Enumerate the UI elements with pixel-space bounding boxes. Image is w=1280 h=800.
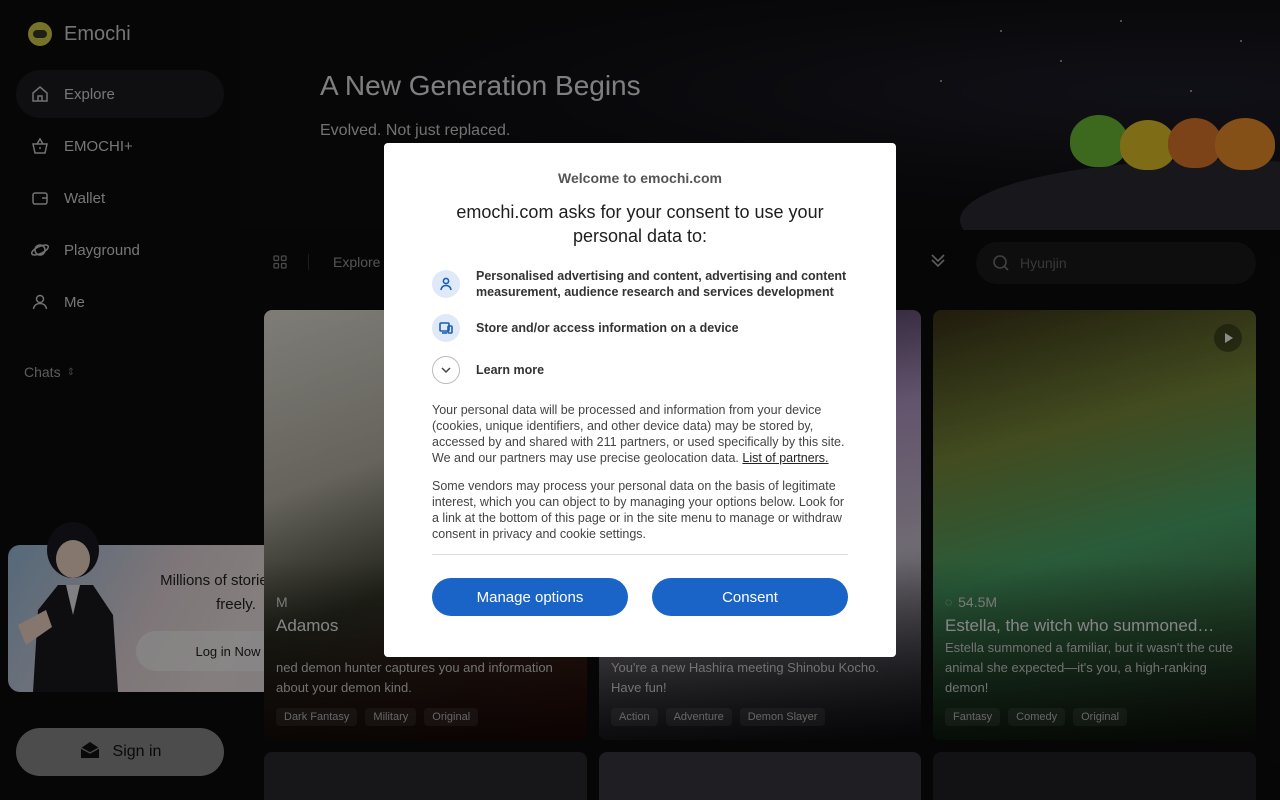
consent-buttons: Manage options Consent (432, 578, 848, 616)
consent-site-title: Welcome to emochi.com (558, 170, 722, 186)
consent-purpose: Personalised advertising and content, ad… (432, 268, 848, 300)
divider (432, 554, 848, 555)
consent-purpose-text: Personalised advertising and content, ad… (476, 269, 847, 299)
manage-options-button[interactable]: Manage options (432, 578, 628, 616)
person-icon (432, 270, 460, 298)
consent-body: Your personal data will be processed and… (432, 403, 845, 465)
consent-purpose-text: Store and/or access information on a dev… (476, 321, 739, 335)
consent-purpose: Store and/or access information on a dev… (432, 314, 848, 342)
consent-dialog: Welcome to emochi.com emochi.com asks fo… (384, 143, 896, 657)
consent-button[interactable]: Consent (652, 578, 848, 616)
list-of-partners-link[interactable]: List of partners. (742, 451, 828, 465)
learn-more-toggle[interactable]: Learn more (432, 356, 848, 384)
learn-more-label: Learn more (476, 363, 545, 377)
consent-heading: emochi.com asks for your consent to use … (456, 202, 824, 246)
consent-body-legitimate-interest: Some vendors may process your personal d… (432, 479, 845, 541)
chevron-down-icon (432, 356, 460, 384)
device-icon (432, 314, 460, 342)
